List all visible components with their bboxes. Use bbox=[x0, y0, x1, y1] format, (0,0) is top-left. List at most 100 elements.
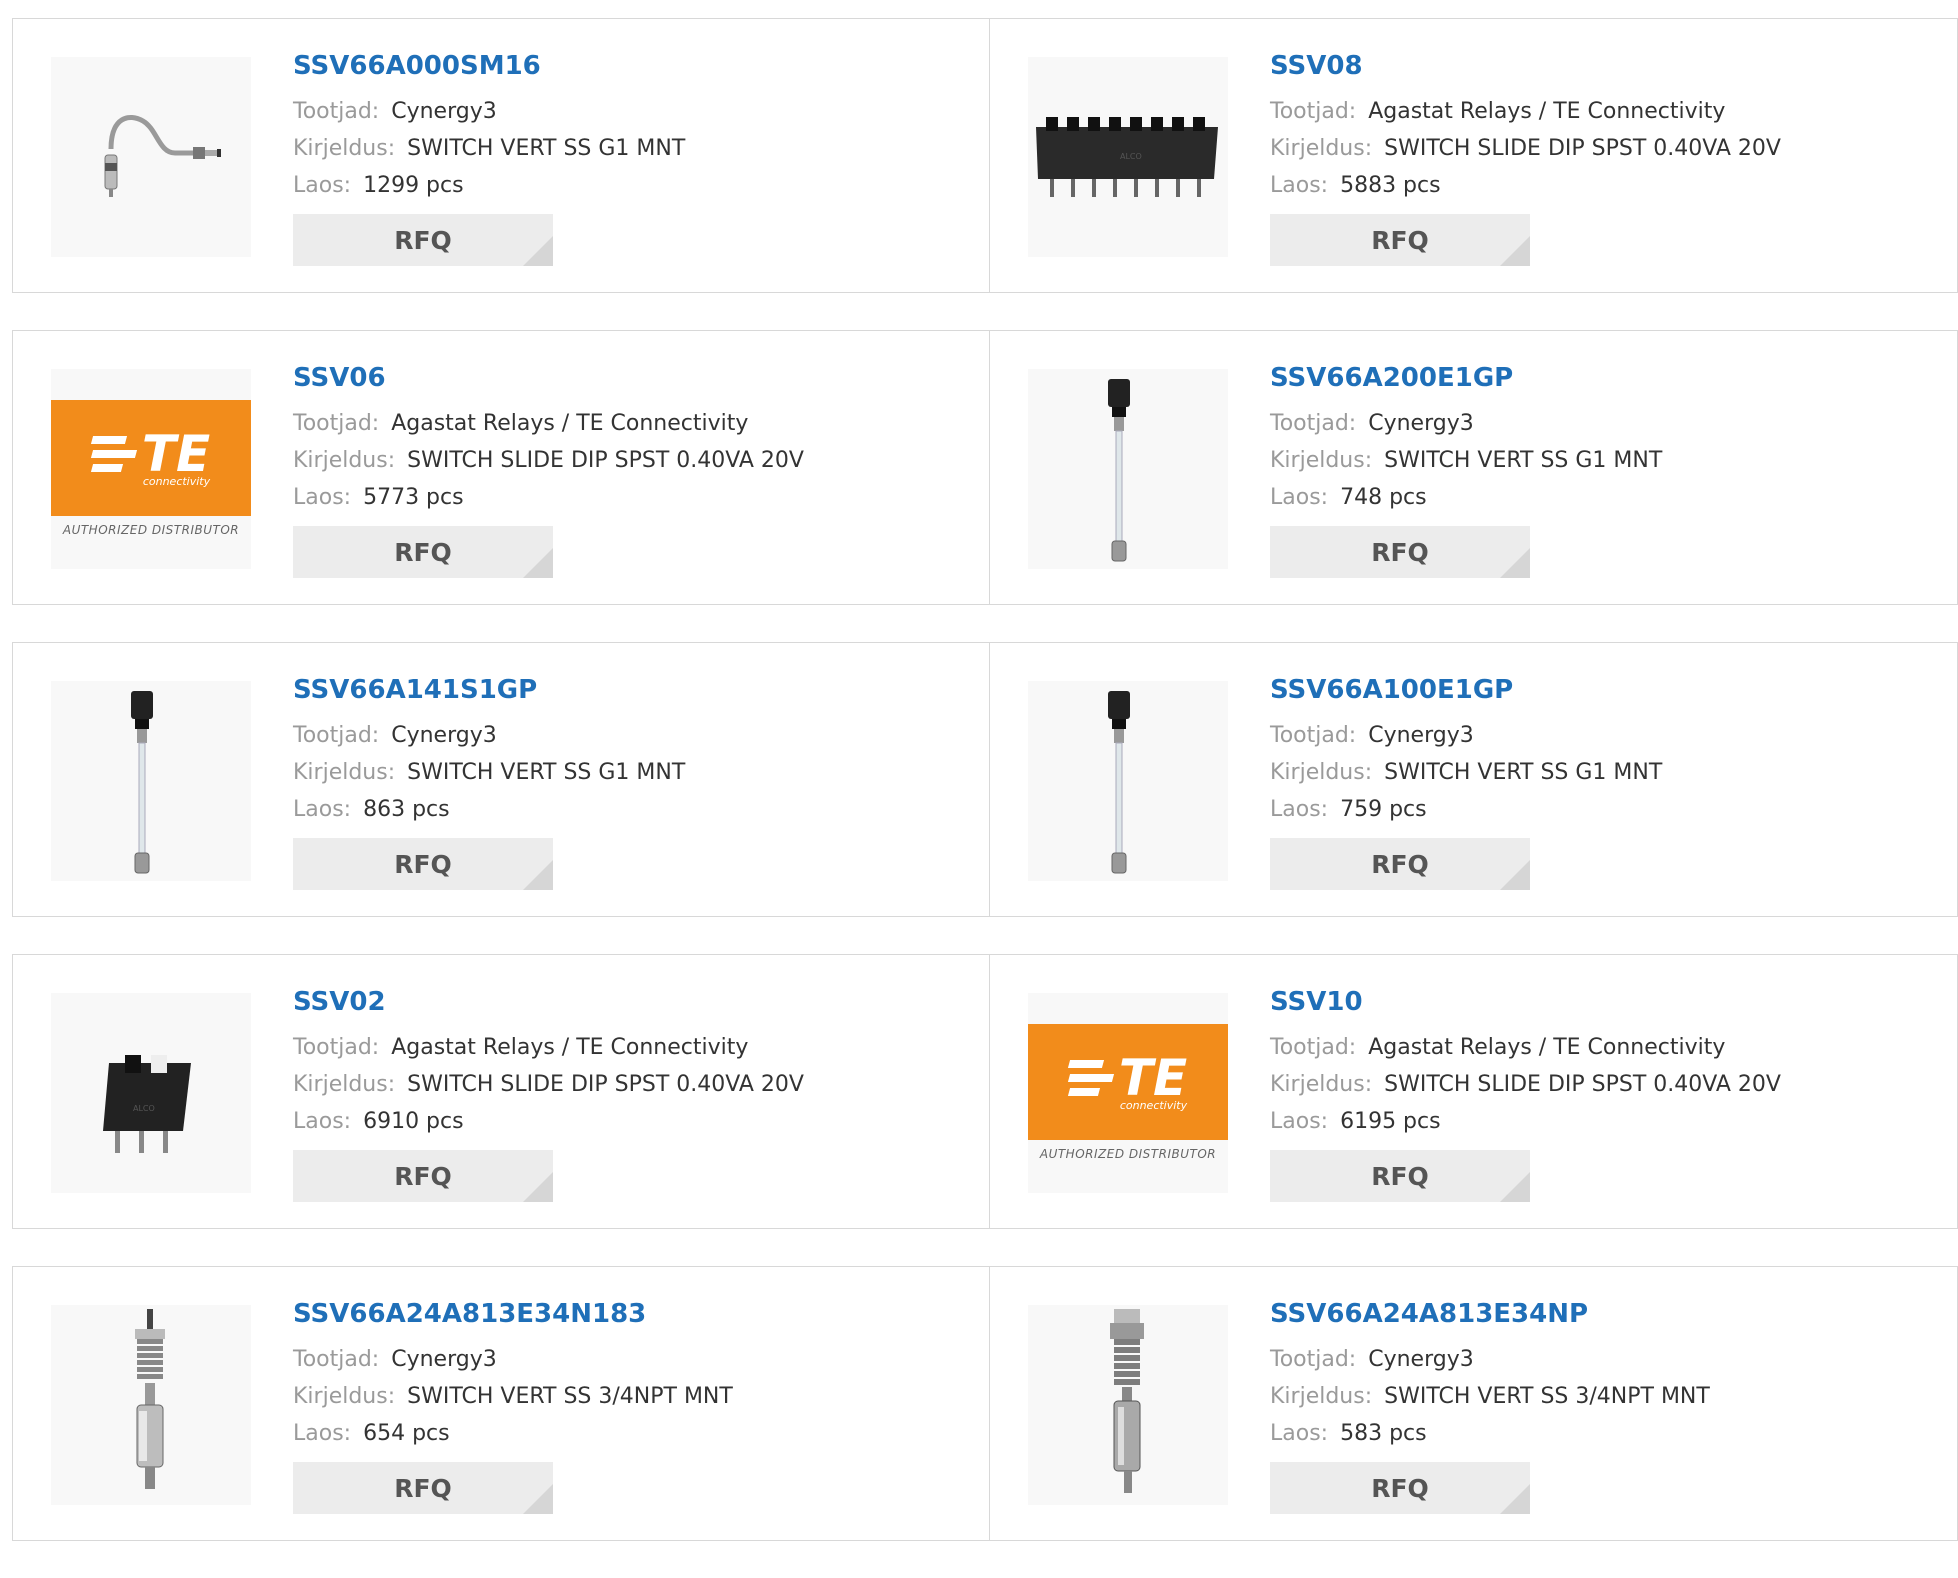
description-line: Kirjeldus: SWITCH VERT SS G1 MNT bbox=[1270, 442, 1662, 479]
stock-line: Laos: 654 pcs bbox=[293, 1415, 733, 1452]
svg-text:ALCO: ALCO bbox=[1120, 152, 1142, 161]
product-card: ALCO SSV08 Tootjad: Agastat Relays / TE C… bbox=[990, 18, 1958, 293]
product-image[interactable]: TE connectivity AUTHORIZED DISTRIBUTOR bbox=[1028, 993, 1228, 1193]
rfq-corner-decoration bbox=[1500, 1172, 1530, 1202]
description-value: SWITCH SLIDE DIP SPST 0.40VA 20V bbox=[407, 448, 804, 473]
stock-value: 1299 pcs bbox=[363, 173, 464, 198]
manufacturer-line: Tootjad: Cynergy3 bbox=[1270, 405, 1662, 442]
rfq-button[interactable]: RFQ bbox=[1270, 1462, 1530, 1514]
product-image[interactable]: TE connectivity AUTHORIZED DISTRIBUTOR bbox=[51, 369, 251, 569]
manufacturer-value: Agastat Relays / TE Connectivity bbox=[391, 411, 749, 436]
product-part-number-link[interactable]: SSV66A141S1GP bbox=[293, 673, 685, 707]
product-info: SSV66A141S1GP Tootjad: Cynergy3 Kirjeldus… bbox=[293, 673, 685, 890]
manufacturer-label: Tootjad: bbox=[293, 1035, 380, 1060]
product-card: SSV66A24A813E34N183 Tootjad: Cynergy3 Kir… bbox=[12, 1266, 990, 1541]
product-info: SSV66A200E1GP Tootjad: Cynergy3 Kirjeldus… bbox=[1270, 361, 1662, 578]
description-value: SWITCH SLIDE DIP SPST 0.40VA 20V bbox=[1384, 1072, 1781, 1097]
product-info: SSV66A24A813E34N183 Tootjad: Cynergy3 Kir… bbox=[293, 1297, 733, 1514]
product-part-number-link[interactable]: SSV66A24A813E34N183 bbox=[293, 1297, 733, 1331]
stock-label: Laos: bbox=[293, 797, 352, 822]
manufacturer-value: Cynergy3 bbox=[1368, 723, 1474, 748]
stock-label: Laos: bbox=[1270, 1421, 1329, 1446]
product-part-number-link[interactable]: SSV10 bbox=[1270, 985, 1781, 1019]
manufacturer-line: Tootjad: Cynergy3 bbox=[1270, 717, 1662, 754]
description-label: Kirjeldus: bbox=[293, 760, 396, 785]
product-info: SSV10 Tootjad: Agastat Relays / TE Connec… bbox=[1270, 985, 1781, 1202]
rfq-label: RFQ bbox=[1371, 1473, 1429, 1503]
rfq-corner-decoration bbox=[1500, 236, 1530, 266]
product-part-number-link[interactable]: SSV66A000SM16 bbox=[293, 49, 685, 83]
rfq-button[interactable]: RFQ bbox=[293, 214, 553, 266]
product-info: SSV66A100E1GP Tootjad: Cynergy3 Kirjeldus… bbox=[1270, 673, 1662, 890]
manufacturer-line: Tootjad: Agastat Relays / TE Connectivity bbox=[293, 405, 804, 442]
rfq-corner-decoration bbox=[523, 860, 553, 890]
product-image[interactable] bbox=[51, 57, 251, 257]
stock-value: 583 pcs bbox=[1340, 1421, 1427, 1446]
rfq-button[interactable]: RFQ bbox=[1270, 214, 1530, 266]
rfq-button[interactable]: RFQ bbox=[1270, 526, 1530, 578]
stock-line: Laos: 863 pcs bbox=[293, 791, 685, 828]
description-line: Kirjeldus: SWITCH SLIDE DIP SPST 0.40VA 2… bbox=[1270, 130, 1781, 167]
manufacturer-line: Tootjad: Cynergy3 bbox=[1270, 1341, 1710, 1378]
product-info: SSV02 Tootjad: Agastat Relays / TE Connec… bbox=[293, 985, 804, 1202]
rfq-button[interactable]: RFQ bbox=[293, 838, 553, 890]
product-part-number-link[interactable]: SSV08 bbox=[1270, 49, 1781, 83]
product-info: SSV08 Tootjad: Agastat Relays / TE Connec… bbox=[1270, 49, 1781, 266]
description-value: SWITCH VERT SS G1 MNT bbox=[1384, 448, 1663, 473]
rfq-corner-decoration bbox=[1500, 548, 1530, 578]
product-image[interactable] bbox=[51, 681, 251, 881]
manufacturer-line: Tootjad: Agastat Relays / TE Connectivity bbox=[1270, 1029, 1781, 1066]
rfq-button[interactable]: RFQ bbox=[293, 526, 553, 578]
stock-line: Laos: 5773 pcs bbox=[293, 479, 804, 516]
manufacturer-label: Tootjad: bbox=[293, 411, 380, 436]
product-image[interactable] bbox=[1028, 369, 1228, 569]
description-value: SWITCH VERT SS G1 MNT bbox=[1384, 760, 1663, 785]
manufacturer-label: Tootjad: bbox=[1270, 1347, 1357, 1372]
product-row: TE connectivity AUTHORIZED DISTRIBUTOR S… bbox=[12, 330, 1958, 605]
stock-line: Laos: 5883 pcs bbox=[1270, 167, 1781, 204]
stock-label: Laos: bbox=[1270, 485, 1329, 510]
rfq-button[interactable]: RFQ bbox=[293, 1150, 553, 1202]
product-row: SSV66A000SM16 Tootjad: Cynergy3 Kirjeldus… bbox=[12, 18, 1958, 293]
product-image[interactable] bbox=[1028, 681, 1228, 881]
product-part-number-link[interactable]: SSV66A200E1GP bbox=[1270, 361, 1662, 395]
product-card: ALCO SSV02 Tootjad: Agastat Relays / TE C… bbox=[12, 954, 990, 1229]
rfq-button[interactable]: RFQ bbox=[293, 1462, 553, 1514]
product-image[interactable] bbox=[51, 1305, 251, 1505]
description-line: Kirjeldus: SWITCH SLIDE DIP SPST 0.40VA 2… bbox=[293, 442, 804, 479]
manufacturer-value: Cynergy3 bbox=[391, 99, 497, 124]
product-row: SSV66A141S1GP Tootjad: Cynergy3 Kirjeldus… bbox=[12, 642, 1958, 917]
product-part-number-link[interactable]: SSV06 bbox=[293, 361, 804, 395]
product-info: SSV66A24A813E34NP Tootjad: Cynergy3 Kirje… bbox=[1270, 1297, 1710, 1514]
product-image[interactable]: ALCO bbox=[51, 993, 251, 1193]
description-line: Kirjeldus: SWITCH VERT SS G1 MNT bbox=[293, 754, 685, 791]
stock-value: 654 pcs bbox=[363, 1421, 450, 1446]
rfq-corner-decoration bbox=[1500, 1484, 1530, 1514]
product-part-number-link[interactable]: SSV66A100E1GP bbox=[1270, 673, 1662, 707]
product-row: ALCO SSV02 Tootjad: Agastat Relays / TE C… bbox=[12, 954, 1958, 1229]
stock-label: Laos: bbox=[1270, 173, 1329, 198]
description-label: Kirjeldus: bbox=[293, 1072, 396, 1097]
product-image[interactable] bbox=[1028, 1305, 1228, 1505]
product-image[interactable]: ALCO bbox=[1028, 57, 1228, 257]
description-value: SWITCH VERT SS 3/4NPT MNT bbox=[407, 1384, 733, 1409]
product-part-number-link[interactable]: SSV02 bbox=[293, 985, 804, 1019]
description-value: SWITCH VERT SS 3/4NPT MNT bbox=[1384, 1384, 1710, 1409]
rfq-label: RFQ bbox=[1371, 537, 1429, 567]
rfq-label: RFQ bbox=[1371, 1161, 1429, 1191]
stock-label: Laos: bbox=[293, 173, 352, 198]
manufacturer-label: Tootjad: bbox=[1270, 99, 1357, 124]
product-grid: SSV66A000SM16 Tootjad: Cynergy3 Kirjeldus… bbox=[12, 18, 1958, 1578]
description-line: Kirjeldus: SWITCH VERT SS G1 MNT bbox=[1270, 754, 1662, 791]
stock-line: Laos: 6910 pcs bbox=[293, 1103, 804, 1140]
rfq-corner-decoration bbox=[523, 548, 553, 578]
rfq-label: RFQ bbox=[394, 849, 452, 879]
manufacturer-label: Tootjad: bbox=[1270, 411, 1357, 436]
product-part-number-link[interactable]: SSV66A24A813E34NP bbox=[1270, 1297, 1710, 1331]
rfq-button[interactable]: RFQ bbox=[1270, 838, 1530, 890]
description-label: Kirjeldus: bbox=[1270, 760, 1373, 785]
rfq-button[interactable]: RFQ bbox=[1270, 1150, 1530, 1202]
manufacturer-value: Agastat Relays / TE Connectivity bbox=[391, 1035, 749, 1060]
product-card: SSV66A000SM16 Tootjad: Cynergy3 Kirjeldus… bbox=[12, 18, 990, 293]
rfq-label: RFQ bbox=[394, 1473, 452, 1503]
